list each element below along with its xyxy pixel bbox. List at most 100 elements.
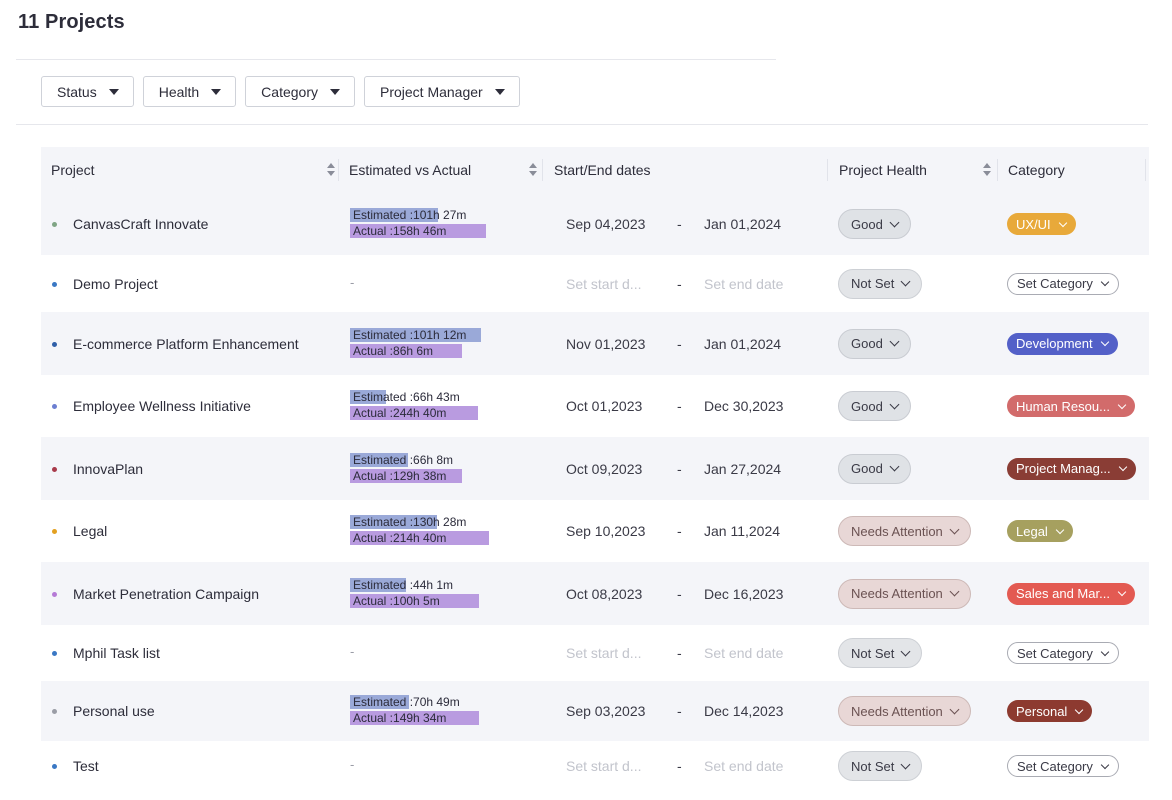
end-date[interactable]: Dec 14,2023	[704, 703, 783, 719]
project-health-dropdown[interactable]: Needs Attention	[838, 516, 971, 546]
health-label: Good	[851, 336, 883, 351]
end-date[interactable]: Dec 30,2023	[704, 398, 783, 414]
estimated-empty: -	[350, 644, 355, 659]
column-divider	[1145, 159, 1146, 181]
column-label: Project	[51, 162, 95, 178]
start-date[interactable]: Nov 01,2023	[566, 336, 645, 352]
estimated-vs-actual-bars: Estimated :101h 12m Actual :86h 6m	[350, 326, 550, 360]
end-date[interactable]: Jan 01,2024	[704, 216, 781, 232]
category-dropdown[interactable]: Human Resou...	[1007, 395, 1135, 417]
project-name-link[interactable]: CanvasCraft Innovate	[73, 216, 208, 232]
chevron-down-icon	[1075, 705, 1084, 714]
project-health-dropdown[interactable]: Not Set	[838, 268, 923, 299]
health-filter-button[interactable]: Health	[142, 76, 237, 107]
category-dropdown[interactable]: UX/UI	[1007, 213, 1076, 235]
end-date[interactable]: Set end date	[704, 758, 783, 774]
category-dropdown[interactable]: Development	[1007, 332, 1118, 355]
project-health-dropdown[interactable]: Good	[838, 209, 911, 239]
end-date[interactable]: Set end date	[704, 645, 783, 661]
date-separator: -	[677, 275, 682, 292]
category-dropdown[interactable]: Legal	[1007, 520, 1073, 542]
chevron-down-icon	[1058, 218, 1067, 227]
project-color-dot	[52, 222, 57, 227]
sort-icon[interactable]	[327, 163, 335, 177]
project-name-link[interactable]: Mphil Task list	[73, 645, 160, 661]
project-health-dropdown[interactable]: Good	[838, 328, 911, 359]
project-name-link[interactable]: Demo Project	[73, 276, 158, 292]
table-row[interactable]: Demo Project - Set start d... - Set end date…	[41, 255, 1149, 312]
start-date[interactable]: Set start d...	[566, 645, 641, 661]
table-row[interactable]: Employee Wellness Initiative Estimated :6…	[41, 375, 1149, 437]
column-header-project[interactable]: Project	[51, 147, 335, 193]
status-filter-label: Status	[57, 83, 97, 100]
chevron-down-icon	[1117, 587, 1127, 597]
project-name-link[interactable]: Employee Wellness Initiative	[73, 398, 251, 414]
category-dropdown[interactable]: Project Manag...	[1007, 457, 1136, 480]
column-header-estimated-vs-actual[interactable]: Estimated vs Actual	[349, 147, 537, 193]
table-row[interactable]: InnovaPlan Estimated :66h 8m Actual :129h …	[41, 437, 1149, 500]
chevron-down-icon	[1100, 277, 1110, 287]
project-name-link[interactable]: Legal	[73, 523, 107, 539]
date-separator: -	[677, 703, 682, 719]
divider	[16, 124, 1148, 125]
caret-down-icon	[494, 88, 505, 95]
start-date[interactable]: Sep 10,2023	[566, 523, 645, 539]
date-separator: -	[677, 758, 682, 774]
project-health-dropdown[interactable]: Not Set	[838, 638, 923, 668]
estimated-vs-actual-bars: Estimated :130h 28m Actual :214h 40m	[350, 513, 550, 547]
sort-icon[interactable]	[983, 163, 991, 177]
estimated-text: Estimated :66h 8m	[353, 452, 454, 467]
category-dropdown[interactable]: Sales and Mar...	[1007, 582, 1135, 605]
project-manager-filter-button[interactable]: Project Manager	[363, 76, 520, 107]
estimated-empty: -	[350, 757, 355, 772]
project-health-dropdown[interactable]: Good	[838, 391, 911, 421]
table-row[interactable]: Test - Set start d... - Set end date Not Set S…	[41, 741, 1149, 791]
project-color-dot	[52, 651, 57, 656]
project-name-link[interactable]: Market Penetration Campaign	[73, 586, 259, 602]
category-dropdown[interactable]: Set Category	[1007, 272, 1119, 295]
start-date[interactable]: Oct 09,2023	[566, 461, 642, 477]
project-health-dropdown[interactable]: Needs Attention	[838, 696, 971, 726]
category-label: Development	[1016, 336, 1093, 351]
project-health-dropdown[interactable]: Good	[838, 453, 911, 484]
start-date[interactable]: Set start d...	[566, 758, 641, 774]
table-row[interactable]: Personal use Estimated :70h 49m Actual :14…	[41, 681, 1149, 741]
chevron-down-icon	[1100, 760, 1110, 769]
table-row[interactable]: Mphil Task list - Set start d... - Set end d…	[41, 625, 1149, 681]
category-dropdown[interactable]: Set Category	[1007, 642, 1119, 664]
chevron-down-icon	[949, 586, 960, 597]
start-date[interactable]: Oct 01,2023	[566, 398, 642, 414]
table-row[interactable]: Legal Estimated :130h 28m Actual :214h 40m…	[41, 500, 1149, 562]
date-separator: -	[677, 523, 682, 539]
project-health-dropdown[interactable]: Not Set	[838, 751, 923, 781]
chevron-down-icon	[949, 524, 960, 534]
sort-icon[interactable]	[529, 163, 537, 177]
table-row[interactable]: E-commerce Platform Enhancement Estimated…	[41, 312, 1149, 375]
end-date[interactable]: Jan 27,2024	[704, 461, 781, 477]
category-dropdown[interactable]: Personal	[1007, 700, 1093, 722]
project-name-link[interactable]: InnovaPlan	[73, 461, 143, 477]
table-row[interactable]: CanvasCraft Innovate Estimated :101h 27m A…	[41, 193, 1149, 255]
actual-bar: Actual :129h 38m	[350, 468, 462, 483]
project-name-link[interactable]: E-commerce Platform Enhancement	[73, 336, 299, 352]
column-header-health[interactable]: Project Health	[839, 147, 991, 193]
end-date[interactable]: Jan 01,2024	[704, 336, 781, 352]
start-date[interactable]: Sep 04,2023	[566, 216, 645, 232]
estimated-vs-actual-bars: Estimated :101h 27m Actual :158h 46m	[350, 206, 550, 240]
column-divider	[338, 159, 339, 181]
table-row[interactable]: Market Penetration Campaign Estimated :44…	[41, 562, 1149, 625]
start-date[interactable]: Oct 08,2023	[566, 586, 642, 602]
end-date[interactable]: Dec 16,2023	[704, 586, 783, 602]
project-color-dot	[52, 764, 57, 769]
end-date[interactable]: Jan 11,2024	[704, 523, 780, 539]
project-name-link[interactable]: Test	[73, 758, 99, 774]
start-date[interactable]: Set start d...	[566, 276, 641, 292]
category-dropdown[interactable]: Set Category	[1007, 755, 1119, 777]
project-health-dropdown[interactable]: Needs Attention	[838, 578, 971, 609]
project-name-link[interactable]: Personal use	[73, 703, 155, 719]
category-filter-button[interactable]: Category	[245, 76, 355, 107]
chevron-down-icon	[1117, 400, 1127, 409]
status-filter-button[interactable]: Status	[41, 76, 134, 107]
end-date[interactable]: Set end date	[704, 276, 783, 292]
start-date[interactable]: Sep 03,2023	[566, 703, 645, 719]
